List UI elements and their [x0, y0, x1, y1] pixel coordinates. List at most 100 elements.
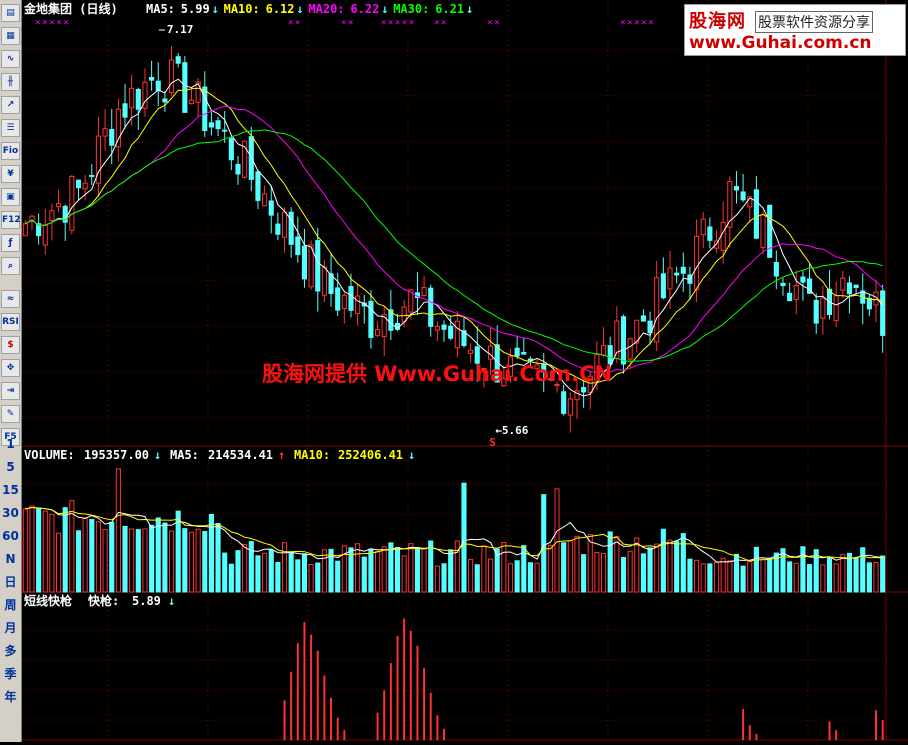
candle-body — [255, 171, 261, 201]
volume-label: VOLUME: — [24, 448, 75, 462]
move-icon[interactable]: ✥ — [1, 359, 20, 377]
line-icon[interactable]: ∿ — [1, 50, 20, 68]
period-6[interactable]: 日 — [1, 574, 20, 592]
indicator-value: 5.89 — [132, 594, 161, 608]
candle-body — [567, 398, 573, 416]
grid-icon[interactable]: ▦ — [1, 27, 20, 45]
volume-bar — [394, 547, 401, 593]
period-7[interactable]: 周 — [1, 597, 20, 615]
period-11[interactable]: 年 — [1, 689, 20, 707]
period-0[interactable]: 1 — [1, 436, 20, 454]
volume-bar — [308, 564, 314, 593]
export-icon[interactable]: ⇥ — [1, 382, 20, 400]
period-1[interactable]: 5 — [1, 459, 20, 477]
volume-bar — [262, 552, 268, 593]
volume-bar — [281, 542, 288, 593]
volume-bar — [242, 544, 248, 593]
candle-body — [773, 261, 779, 277]
news-icon[interactable]: ☰ — [1, 119, 20, 137]
indicator-icon[interactable]: ≈ — [1, 290, 20, 308]
candle-body — [375, 329, 381, 336]
candle-body — [720, 221, 726, 251]
volume-ma10-arrow: ↓ — [408, 448, 415, 462]
volume-bar — [235, 550, 241, 593]
volume-bar — [627, 550, 633, 593]
volume-bar — [720, 557, 726, 593]
candle-body — [109, 128, 115, 146]
volume-bar — [202, 530, 208, 593]
volume-bar — [833, 563, 839, 593]
candle-body — [228, 138, 234, 161]
marker-x: × — [494, 18, 499, 28]
candle-body — [368, 300, 374, 338]
volume-bar — [547, 544, 553, 593]
volume-bar — [667, 539, 673, 593]
candle-body — [846, 282, 853, 295]
volume-bar — [301, 553, 308, 593]
volume-bar — [149, 524, 155, 593]
ma-label-2: MA20: — [308, 2, 344, 16]
volume-bar — [507, 563, 514, 593]
candle-body — [800, 276, 806, 283]
candle-body — [182, 62, 188, 113]
formula-icon[interactable]: ƒ — [1, 234, 20, 252]
f12-icon[interactable]: F12 — [1, 211, 21, 229]
candle-body — [820, 297, 826, 319]
guhai-logo: 股海网 股票软件资源分享 www.Guhai.com.cn — [684, 4, 906, 56]
period-10[interactable]: 季 — [1, 666, 20, 684]
marker-x: × — [627, 18, 632, 28]
period-5[interactable]: N — [1, 551, 20, 569]
volume-bar — [222, 552, 228, 593]
volume-bar — [355, 543, 361, 593]
volume-bar — [288, 552, 294, 593]
volume-bar — [434, 565, 440, 593]
ma-label-0: MA5: — [146, 2, 175, 16]
volume-bar — [740, 565, 746, 593]
volume-bar — [335, 560, 341, 593]
watermark-text: 股海网提供 Www.Guhai.Com.CN — [262, 362, 613, 386]
candle-body — [281, 211, 288, 238]
dollar-icon[interactable]: $ — [1, 336, 20, 354]
volume-bar — [600, 552, 607, 593]
ma-label-3: MA30: — [393, 2, 429, 16]
candle-body — [660, 273, 666, 299]
candle-body — [421, 286, 427, 296]
f10-icon[interactable]: Fio — [1, 142, 20, 160]
finance-icon[interactable]: ¥ — [1, 165, 20, 183]
volume-bar — [441, 563, 447, 593]
marker-x: × — [63, 18, 68, 28]
candle-body — [694, 235, 700, 291]
candle-body — [129, 87, 135, 109]
indicator-title: 短线快枪 — [24, 593, 72, 608]
candle-body — [561, 391, 567, 414]
volume-bar — [22, 508, 28, 593]
marker-x: × — [402, 18, 407, 28]
volume-bar — [587, 534, 593, 593]
ma-value-1: 6.12 — [266, 2, 295, 16]
period-2[interactable]: 15 — [1, 482, 20, 500]
volume-bar — [654, 543, 660, 593]
volume-bar — [873, 561, 879, 593]
marker-x: × — [388, 18, 393, 28]
candle-icon[interactable]: ╫ — [1, 73, 20, 91]
candle-body — [434, 325, 440, 331]
period-9[interactable]: 多 — [1, 643, 20, 661]
volume-bar — [487, 558, 494, 593]
report-icon[interactable]: ▣ — [1, 188, 20, 206]
marker-x: × — [395, 18, 400, 28]
table-icon[interactable]: ▤ — [1, 4, 20, 22]
pencil-icon[interactable]: ✎ — [1, 405, 20, 423]
rsi-icon[interactable]: RSI — [1, 313, 20, 331]
candle-body — [627, 338, 633, 360]
search-icon[interactable]: ⌕ — [1, 257, 20, 275]
trend-icon[interactable]: ↗ — [1, 96, 20, 114]
period-3[interactable]: 30 — [1, 505, 20, 523]
volume-bar — [780, 548, 786, 593]
volume-bar — [36, 508, 42, 593]
volume-bar — [49, 513, 55, 593]
volume-bar — [660, 528, 666, 593]
period-8[interactable]: 月 — [1, 620, 20, 638]
volume-bar — [647, 547, 653, 593]
volume-bar — [674, 540, 680, 593]
period-4[interactable]: 60 — [1, 528, 20, 546]
